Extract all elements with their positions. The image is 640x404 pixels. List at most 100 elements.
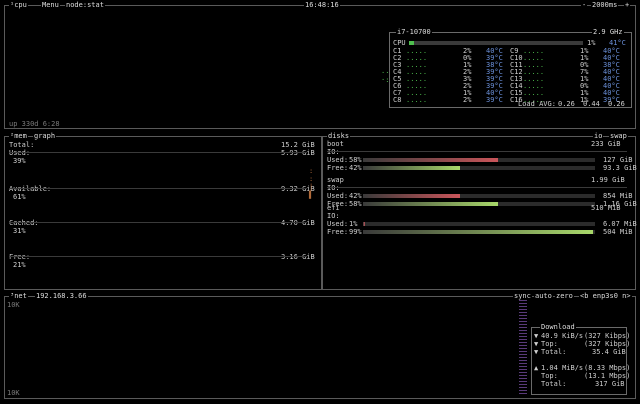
ul-rate: 1.04 MiB/s — [541, 364, 584, 372]
disk-free-bar — [363, 202, 595, 206]
disk-used-pct: 1% — [349, 220, 358, 228]
mem-tab[interactable]: ²mem — [9, 132, 28, 141]
disk-name: boot — [327, 140, 344, 148]
mem-free-line — [9, 256, 307, 257]
net-stats-box: Download ▼ 40.9 KiB/s (327 Kibps) ▼ Top:… — [531, 323, 631, 395]
disk-used-value: 854 MiB — [603, 192, 633, 200]
disks-panel: disks io swap boot 233 GiB IO: Used: 58% 127 … — [322, 132, 637, 290]
cpu-tab[interactable]: ¹cpu — [9, 1, 28, 10]
mem-used-line — [9, 152, 307, 153]
net-scale-bottom: 10K — [7, 389, 20, 397]
auto-button[interactable]: auto — [534, 292, 553, 301]
load-avg-label: Load AVG: — [518, 100, 556, 108]
interface-selector[interactable]: <b enp3s0 n> — [579, 292, 632, 301]
ip-address: 192.168.3.66 — [35, 292, 88, 301]
disk-used-label: Used: — [327, 220, 349, 228]
dl-top: (327 Kibps) — [584, 340, 631, 348]
ul-top: (13.1 Mbps) — [584, 372, 631, 380]
disk-used-bar-fill — [363, 194, 461, 198]
disk-used-value: 6.07 MiB — [603, 220, 637, 228]
disk-free-bar — [363, 230, 595, 234]
dl-top-label: Top: — [541, 340, 558, 348]
disk-used-bar — [363, 158, 595, 162]
cpu-info-box: i7-10700 2.9 GHz CPU 1% 41°C C1..... 2% 40… — [389, 28, 632, 108]
mem-avail-pct: 61% — [13, 193, 26, 201]
disk-used-bar — [363, 222, 595, 226]
ul-total: 317 GiB — [595, 380, 625, 388]
disk-used-label: Used: — [327, 156, 349, 164]
net-panel: ³net 192.168.3.66 sync auto zero <b enp3… — [4, 292, 636, 399]
disk-name: swap — [327, 176, 344, 184]
disk-used-bar — [363, 194, 595, 198]
mem-mini-graph: :: | ▌ — [309, 167, 314, 199]
dl-top-icon: ▼ — [534, 340, 539, 348]
ul-bits: (8.33 Mbps) — [584, 364, 631, 372]
interval-plus-button[interactable]: + — [624, 1, 631, 10]
disk-free-bar-fill — [363, 166, 461, 170]
disk-free-value: 93.3 GiB — [603, 164, 637, 172]
dl-total: 35.4 GiB — [592, 348, 626, 356]
net-tab[interactable]: ³net — [9, 292, 28, 301]
disk-free-pct: 99% — [349, 228, 362, 236]
dl-rate: 40.9 KiB/s — [541, 332, 584, 340]
net-scale-top: 10K — [7, 301, 20, 309]
disk-name: efi — [327, 204, 340, 212]
core-graph: ..... — [406, 96, 428, 104]
disk-free-label: Free: — [327, 164, 349, 172]
interval-minus-button[interactable]: - — [581, 1, 588, 10]
disk-io-label: IO: — [327, 148, 340, 156]
mem-used-pct: 39% — [13, 157, 26, 165]
disk-used-bar-fill — [363, 222, 366, 226]
disk-io-label: IO: — [327, 184, 340, 192]
interval-value: 2000ms — [591, 1, 619, 10]
cpu-model: i7-10700 — [396, 28, 432, 37]
graph-tab[interactable]: graph — [33, 132, 57, 141]
disk-size: 1.99 GiB — [591, 176, 625, 184]
cpu-total-label: CPU — [393, 39, 406, 47]
load-avg-15: 0.26 — [608, 100, 625, 108]
mem-used-label: Used: — [9, 149, 31, 157]
dl-arrow-icon: ▼ — [534, 332, 539, 340]
cpu-total-bar — [409, 41, 583, 45]
net-graph — [519, 300, 527, 396]
disk-separator — [327, 151, 627, 152]
uptime: up 330d 6:28 — [9, 120, 60, 128]
disk-used-pct: 58% — [349, 156, 362, 164]
mem-total-value: 15.2 GiB — [281, 141, 315, 149]
mem-cached-value: 4.70 GiB — [281, 219, 315, 227]
disk-used-value: 127 GiB — [603, 156, 633, 164]
disk-size: 233 GiB — [591, 140, 621, 148]
load-avg-5: 0.44 — [583, 100, 600, 108]
ul-arrow-icon: ▲ — [534, 364, 539, 372]
cpu-total-pct: 1% — [587, 39, 596, 47]
disk-used-label: Used: — [327, 192, 349, 200]
download-title: Download — [540, 323, 576, 332]
disk-free-bar-fill — [363, 230, 593, 234]
mem-total-label: Total: — [9, 141, 35, 149]
menu-tab[interactable]: Menu — [41, 1, 60, 10]
mem-cached-pct: 31% — [13, 227, 26, 235]
clock: 16:48:16 — [304, 1, 340, 10]
disk-used-pct: 42% — [349, 192, 362, 200]
ul-top-label: Top: — [541, 372, 558, 380]
mem-cached-line — [9, 222, 307, 223]
dl-total-icon: ▼ — [534, 348, 539, 356]
disk-free-pct: 58% — [349, 200, 362, 208]
disk-free-bar-fill — [363, 202, 498, 206]
load-avg-1: 0.26 — [558, 100, 575, 108]
mem-free-value: 3.16 GiB — [281, 253, 315, 261]
disk-io-label: IO: — [327, 212, 340, 220]
disk-free-label: Free: — [327, 228, 349, 236]
cpu-total-fill — [409, 41, 415, 45]
dl-bits: (327 Kibps) — [584, 332, 631, 340]
dl-total-label: Total: — [541, 348, 567, 356]
disk-free-pct: 42% — [349, 164, 362, 172]
mem-free-pct: 21% — [13, 261, 26, 269]
zero-button[interactable]: zero — [555, 292, 574, 301]
preset-tab[interactable]: node:stat — [65, 1, 105, 10]
cpu-freq: 2.9 GHz — [592, 28, 624, 37]
mem-avail-line — [9, 188, 307, 189]
mem-panel: ²mem graph Total: 15.2 GiB Used: 5.93 Gi… — [4, 132, 322, 290]
cpu-total-temp: 41°C — [609, 39, 626, 47]
cpu-panel: ¹cpu Menu node:stat 16:48:16 - 2000ms + … — [4, 1, 636, 129]
